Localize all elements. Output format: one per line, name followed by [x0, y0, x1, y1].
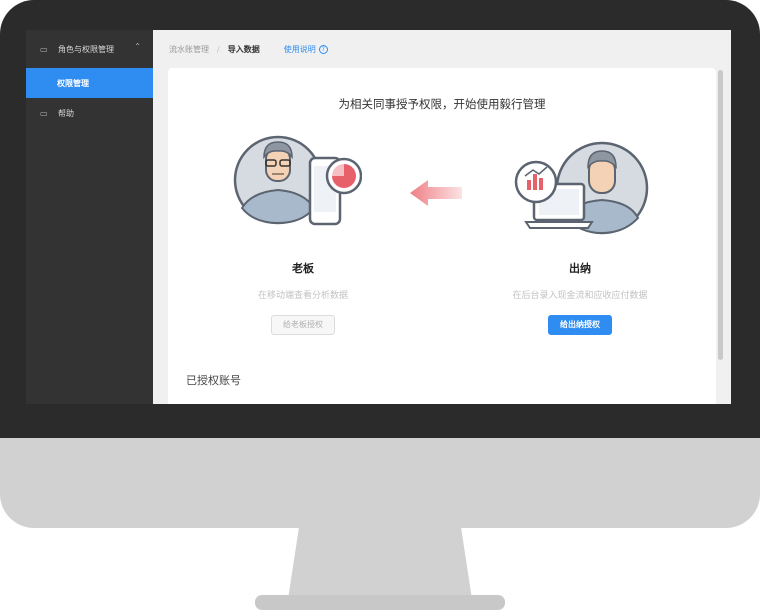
breadcrumb-separator: / — [217, 44, 220, 54]
authorize-cashier-button[interactable]: 给出纳授权 — [548, 315, 612, 335]
sidebar-item-label: 帮助 — [58, 108, 74, 118]
sidebar-item-help[interactable]: ▭ 帮助 — [26, 98, 153, 128]
chevron-up-icon[interactable]: ⌃ — [134, 42, 141, 51]
scrollbar[interactable] — [718, 70, 723, 360]
monitor-stand-neck — [288, 527, 472, 599]
monitor-icon: ▭ — [40, 108, 48, 118]
monitor-chin — [0, 438, 760, 528]
screen: ▭ 角色与权限管理 ⌃ 权限管理 ▭ 帮助 流水账管理 / 导入数据 使用说明 … — [26, 30, 731, 404]
authorized-accounts-title: 已授权账号 — [186, 374, 241, 387]
cashier-title: 出纳 — [569, 262, 591, 275]
cashier-description: 在后台录入现金流和应收应付数据 — [512, 291, 648, 301]
sidebar: ▭ 角色与权限管理 ⌃ 权限管理 ▭ 帮助 — [26, 30, 153, 404]
breadcrumb-current: 导入数据 — [227, 44, 260, 54]
boss-card: 老板 在移动端查看分析数据 给老板授权 — [203, 260, 403, 335]
boss-title: 老板 — [292, 262, 314, 275]
sidebar-item-permissions[interactable]: 权限管理 — [26, 68, 153, 98]
page-headline: 为相关同事授予权限，开始使用毅行管理 — [338, 97, 546, 111]
main-card: 为相关同事授予权限，开始使用毅行管理 老板 在移动端查看分析数据 给老板授权 出… — [168, 68, 716, 404]
question-circle-icon: ? — [318, 44, 328, 54]
help-link[interactable]: 使用说明 ? — [284, 44, 328, 55]
arrow-left-icon — [410, 180, 462, 206]
sidebar-group-roles[interactable]: ▭ 角色与权限管理 ⌃ — [26, 30, 153, 68]
cashier-illustration-icon — [514, 141, 649, 235]
sidebar-group-label: 角色与权限管理 — [58, 44, 114, 54]
breadcrumb-parent[interactable]: 流水账管理 — [169, 44, 209, 55]
monitor-icon: ▭ — [40, 44, 48, 54]
monitor-stand-base — [255, 595, 505, 610]
boss-illustration-icon — [233, 135, 362, 226]
breadcrumb: 流水账管理 / 导入数据 使用说明 ? — [153, 30, 731, 68]
cashier-card: 出纳 在后台录入现金流和应收应付数据 给出纳授权 — [480, 260, 680, 335]
help-link-label: 使用说明 — [283, 44, 316, 54]
sidebar-item-label: 权限管理 — [57, 78, 89, 88]
boss-description: 在移动端查看分析数据 — [257, 291, 348, 301]
authorize-boss-button[interactable]: 给老板授权 — [271, 315, 335, 335]
